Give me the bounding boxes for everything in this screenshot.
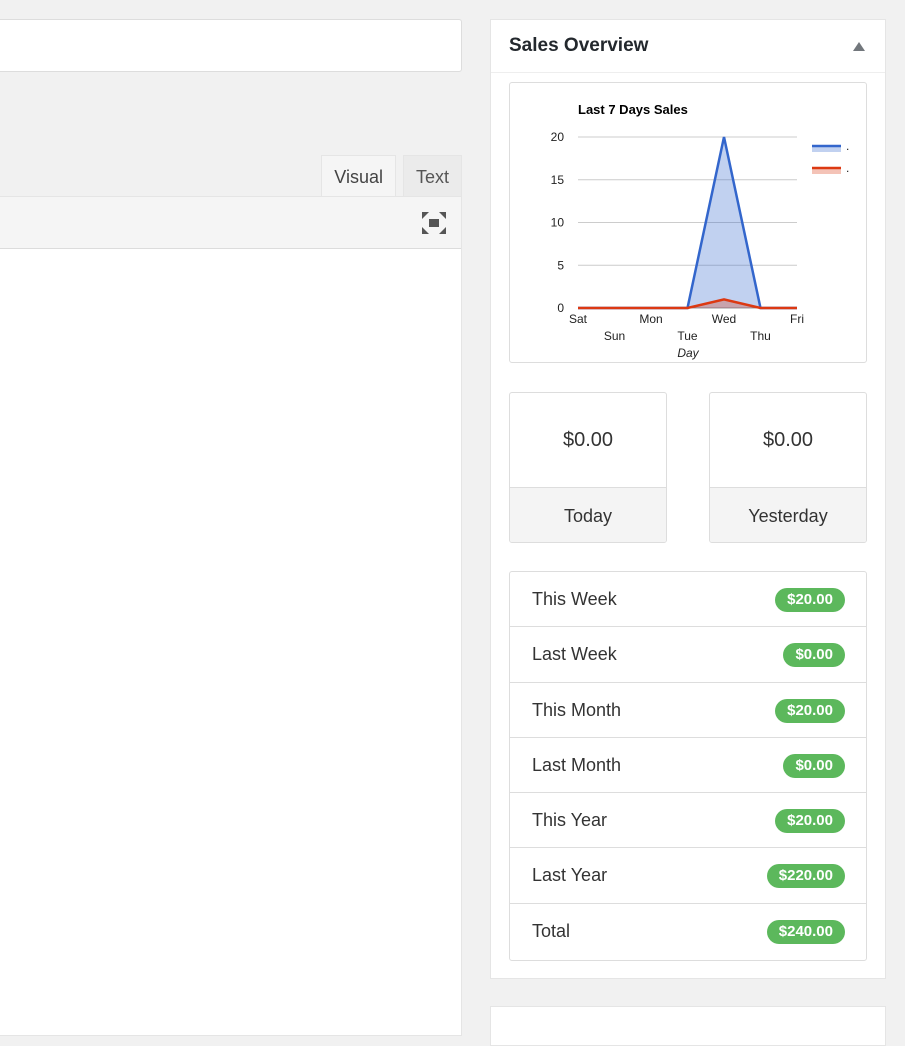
- yesterday-card: $0.00 Yesterday: [709, 392, 867, 543]
- x-tick-label: Sun: [604, 329, 625, 343]
- x-tick-label: Thu: [750, 329, 771, 343]
- totals-row-this-month: This Month $20.00: [510, 683, 866, 738]
- x-tick-label: Wed: [712, 312, 736, 326]
- editor-toolbar: [0, 197, 461, 249]
- totals-label: This Week: [532, 572, 617, 627]
- totals-label: Last Year: [532, 848, 607, 903]
- totals-badge: $220.00: [767, 864, 845, 888]
- sales-chart-card: Last 7 Days Sales 0 5 10 15 20 Sat Sun Mon Tue Wed…: [509, 82, 867, 363]
- totals-row-this-year: This Year $20.00: [510, 793, 866, 848]
- totals-badge: $20.00: [775, 588, 845, 612]
- yesterday-label: Yesterday: [710, 487, 866, 543]
- totals-label: This Year: [532, 793, 607, 848]
- totals-badge: $20.00: [775, 699, 845, 723]
- yesterday-amount: $0.00: [710, 393, 866, 487]
- sales-chart: Last 7 Days Sales 0 5 10 15 20 Sat Sun Mon Tue Wed…: [510, 83, 868, 364]
- today-amount: $0.00: [510, 393, 666, 487]
- totals-label: Total: [532, 904, 570, 959]
- triangle-up-icon[interactable]: [853, 42, 865, 51]
- legend-label: .: [846, 139, 849, 153]
- totals-row-last-year: Last Year $220.00: [510, 848, 866, 903]
- y-tick-label: 5: [557, 258, 564, 272]
- today-card: $0.00 Today: [509, 392, 667, 543]
- totals-badge: $240.00: [767, 920, 845, 944]
- totals-label: Last Month: [532, 738, 621, 793]
- totals-label: This Month: [532, 683, 621, 738]
- totals-row-last-week: Last Week $0.00: [510, 627, 866, 682]
- postbox-header: Sales Overview: [491, 20, 885, 73]
- x-tick-label: Tue: [677, 329, 698, 343]
- tab-text[interactable]: Text: [403, 155, 462, 197]
- y-tick-label: 0: [557, 301, 564, 315]
- y-tick-label: 20: [551, 130, 565, 144]
- sales-overview-postbox: Sales Overview Last 7 Days Sales 0 5 10 15 20…: [490, 19, 886, 979]
- totals-row-last-month: Last Month $0.00: [510, 738, 866, 793]
- legend-label: .: [846, 161, 849, 175]
- x-tick-label: Mon: [639, 312, 662, 326]
- totals-label: Last Week: [532, 627, 617, 682]
- totals-row-total: Total $240.00: [510, 904, 866, 959]
- totals-badge: $0.00: [783, 754, 845, 778]
- x-axis-label: Day: [677, 346, 699, 360]
- postbox-title: Sales Overview: [509, 35, 648, 57]
- x-tick-label: Fri: [790, 312, 804, 326]
- chart-title: Last 7 Days Sales: [578, 102, 688, 117]
- totals-row-this-week: This Week $20.00: [510, 572, 866, 627]
- editor-content-area[interactable]: [0, 196, 462, 1036]
- totals-badge: $0.00: [783, 643, 845, 667]
- editor-tabs: Visual Text: [314, 155, 462, 197]
- totals-badge: $20.00: [775, 809, 845, 833]
- today-label: Today: [510, 487, 666, 543]
- x-tick-label: Sat: [569, 312, 588, 326]
- next-postbox: [490, 1006, 886, 1046]
- fullscreen-icon[interactable]: [421, 211, 447, 235]
- post-title-input[interactable]: [0, 19, 462, 72]
- tab-visual[interactable]: Visual: [321, 155, 396, 197]
- y-tick-label: 10: [551, 216, 565, 230]
- totals-list: This Week $20.00 Last Week $0.00 This Mo…: [509, 571, 867, 961]
- y-tick-label: 15: [551, 173, 565, 187]
